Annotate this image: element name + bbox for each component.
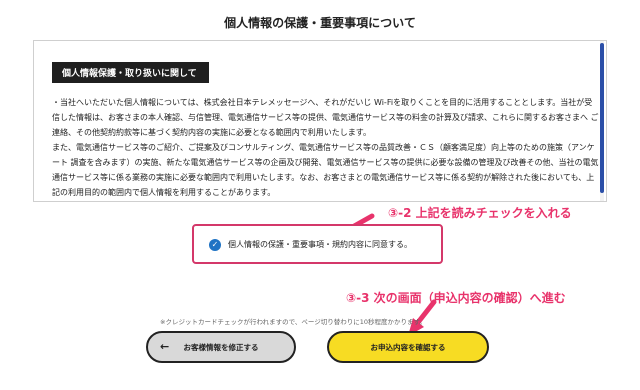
edit-customer-info-label: お客様情報を修正する <box>183 342 259 352</box>
annotation-arrows <box>328 213 437 336</box>
checkbox-checked-icon[interactable]: ✓ <box>209 239 221 251</box>
consent-label[interactable]: 個人情報の保護・重要事項・規約内容に同意する。 <box>228 239 412 250</box>
confirm-application-button[interactable]: お申込内容を確認する <box>327 331 489 363</box>
credit-check-notice: ※クレジットカードチェックが行われますので、ページ切り替わりに10秒程度かかりま… <box>160 318 426 326</box>
confirm-application-label: お申込内容を確認する <box>370 342 446 352</box>
arrow-left-icon: ← <box>160 340 170 353</box>
consent-checkbox-row[interactable]: ✓ 個人情報の保護・重要事項・規約内容に同意する。 <box>192 224 443 264</box>
edit-customer-info-button[interactable]: ← お客様情報を修正する <box>146 331 296 363</box>
annotation-step-3: ③-3 次の画面（申込内容の確認）へ進む <box>346 291 566 305</box>
